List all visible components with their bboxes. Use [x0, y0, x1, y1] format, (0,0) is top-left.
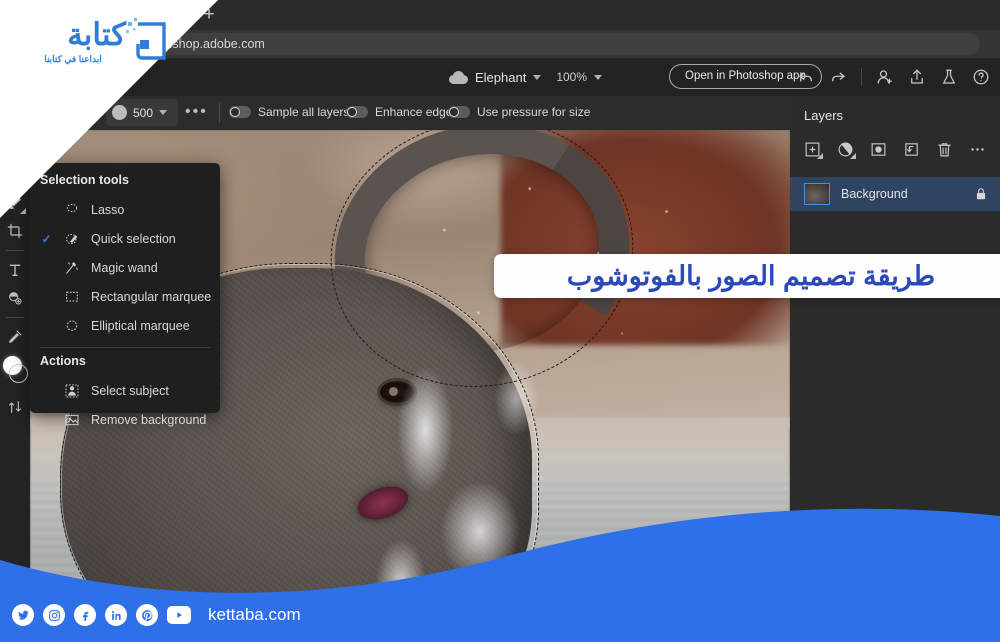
add-person-icon[interactable] [876, 68, 894, 86]
flyout-action-remove-background[interactable]: Remove background [30, 405, 220, 434]
flyout-item-rectangular-marquee[interactable]: Rectangular marquee [30, 282, 220, 311]
address-input[interactable]: ...shop.adobe.com [150, 33, 980, 55]
flyout-item-quick-selection[interactable]: ✓ Quick selection [30, 224, 220, 253]
layers-more-button[interactable] [964, 137, 992, 161]
toolbar-divider [861, 68, 862, 86]
layer-mask-button[interactable] [864, 137, 892, 161]
layers-toolbar [790, 123, 1000, 171]
layer-name: Background [841, 187, 908, 201]
flyout-section-actions: Actions [40, 354, 86, 368]
cloud-icon [449, 70, 468, 84]
screenshot-root: + ...shop.adobe.com Elephant 100% Open i… [0, 0, 1000, 642]
layer-thumbnail [804, 183, 830, 205]
facebook-icon[interactable] [74, 604, 96, 626]
type-tool[interactable] [2, 257, 28, 283]
toggle-switch[interactable] [229, 106, 251, 118]
quick-selection-icon [62, 230, 82, 248]
check-icon: ✓ [41, 231, 52, 246]
add-layer-button[interactable] [798, 137, 826, 161]
flyout-action-label: Remove background [91, 412, 207, 427]
toggle-label: Use pressure for size [477, 105, 591, 119]
logo-tagline: ابداعنا في كتابنا [44, 54, 102, 64]
magic-wand-icon [62, 259, 82, 277]
adjustment-layer-button[interactable] [831, 137, 859, 161]
lock-icon[interactable] [974, 187, 988, 202]
elliptical-marquee-icon [62, 317, 82, 335]
linkedin-icon[interactable] [105, 604, 127, 626]
logo-word: كتابة [67, 17, 126, 52]
toggle-label: Sample all layers [258, 105, 350, 119]
brush-more-options-button[interactable]: ••• [185, 104, 208, 120]
flyout-section-selection-tools: Selection tools [40, 173, 129, 187]
headline-text: طريقة تصميم الصور بالفوتوشوب [566, 260, 936, 291]
enhance-edges-toggle[interactable]: Enhance edges [346, 105, 458, 119]
flyout-item-label: Rectangular marquee [91, 289, 212, 304]
flyout-item-label: Magic wand [91, 260, 158, 275]
redo-icon[interactable] [829, 68, 847, 86]
undo-icon[interactable] [797, 68, 815, 86]
sample-all-layers-toggle[interactable]: Sample all layers [229, 105, 349, 119]
crop-tool[interactable] [2, 218, 28, 244]
headline-banner: طريقة تصميم الصور بالفوتوشوب [494, 254, 1000, 298]
document-title: Elephant [475, 69, 527, 85]
rail-divider [6, 317, 24, 318]
eyedropper-tool[interactable] [2, 324, 28, 350]
flyout-item-elliptical-marquee[interactable]: Elliptical marquee [30, 311, 220, 340]
rectangular-marquee-icon [62, 288, 82, 306]
color-swatches[interactable] [2, 356, 28, 386]
rail-divider [6, 250, 24, 251]
brand-logo: كتابة ابداعنا في كتابنا [8, 16, 166, 72]
chevron-down-icon[interactable] [594, 74, 603, 80]
flyout-item-label: Elliptical marquee [91, 318, 190, 333]
brush-size-control[interactable]: 500 [106, 99, 178, 126]
delete-layer-button[interactable] [931, 137, 959, 161]
app-bar-actions [797, 58, 990, 96]
logo-mark-icon [126, 18, 166, 60]
flyout-action-label: Select subject [91, 383, 169, 398]
brush-preview-icon [112, 105, 127, 120]
flyout-item-lasso[interactable]: Lasso [30, 195, 220, 224]
twitter-icon[interactable] [12, 604, 34, 626]
clipping-mask-button[interactable] [898, 137, 926, 161]
share-icon[interactable] [908, 68, 926, 86]
toggle-label: Enhance edges [375, 105, 459, 119]
background-color-swatch[interactable] [9, 364, 28, 383]
flyout-divider [40, 347, 210, 348]
youtube-icon[interactable] [167, 606, 191, 624]
flyout-item-label: Quick selection [91, 231, 176, 246]
zoom-level: 100% [556, 70, 588, 84]
footer-social-bar: kettaba.com [12, 601, 301, 629]
select-subject-icon [62, 382, 82, 400]
beaker-icon[interactable] [940, 68, 958, 86]
chevron-down-icon[interactable] [533, 74, 542, 80]
flyout-item-magic-wand[interactable]: Magic wand [30, 253, 220, 282]
flyout-action-select-subject[interactable]: Select subject [30, 376, 220, 405]
layers-panel-title: Layers [804, 108, 844, 123]
adjustments-tool[interactable] [2, 285, 28, 311]
options-divider [219, 103, 220, 123]
lasso-icon [62, 201, 82, 219]
swap-colors-icon[interactable] [2, 394, 28, 420]
instagram-icon[interactable] [43, 604, 65, 626]
selection-tools-flyout: Selection tools Lasso ✓ Quick selection … [30, 163, 220, 427]
toggle-switch[interactable] [346, 106, 368, 118]
use-pressure-for-size-toggle[interactable]: Use pressure for size [448, 105, 590, 119]
brush-size-value: 500 [133, 105, 154, 120]
flyout-item-label: Lasso [91, 202, 125, 217]
help-icon[interactable] [972, 68, 990, 86]
toggle-switch[interactable] [448, 106, 470, 118]
remove-background-icon [62, 411, 82, 429]
site-url: kettaba.com [208, 605, 301, 624]
table-row[interactable]: Background [790, 177, 1000, 211]
chevron-down-icon[interactable] [159, 110, 168, 115]
pinterest-icon[interactable] [136, 604, 158, 626]
